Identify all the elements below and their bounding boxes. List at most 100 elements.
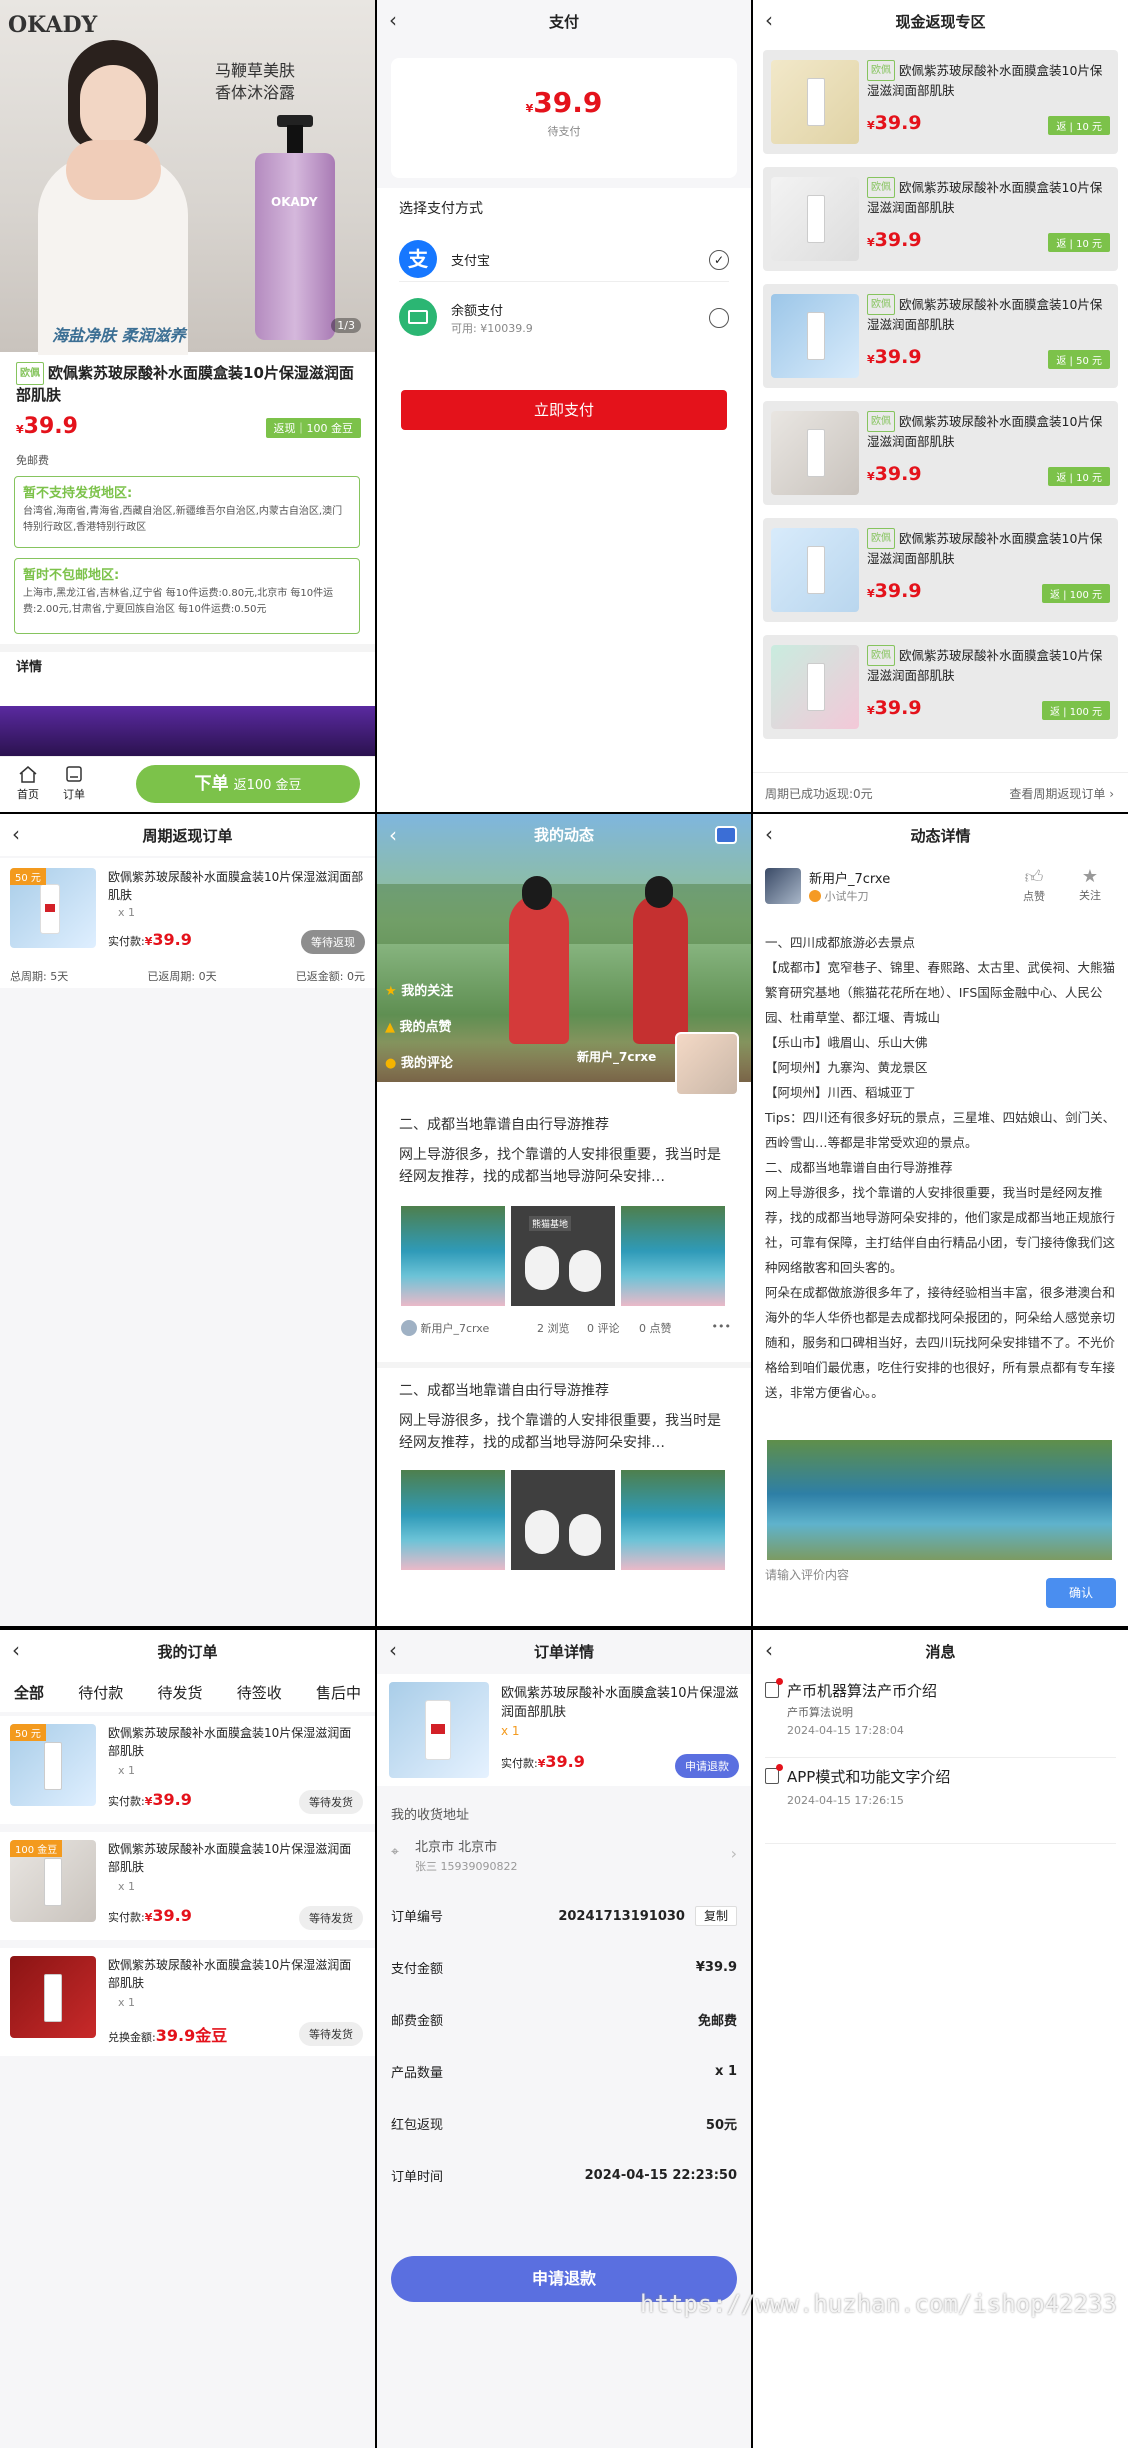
product-thumbnail	[771, 60, 859, 144]
post-paragraph: 【阿坝州】川西、稻城亚丁	[765, 1085, 916, 1100]
quantity: x 1	[118, 1880, 136, 1893]
page-title: 支付	[548, 12, 579, 31]
bottom-bar: 首页 订单 下单 返100 金豆	[0, 756, 375, 812]
post-card[interactable]: 二、成都当地靠谱自由行导游推荐 网上导游很多，找个靠谱的人安排很重要，我当时是经…	[377, 1104, 751, 1364]
avatar[interactable]	[675, 1032, 739, 1096]
back-icon[interactable]: ‹	[765, 10, 785, 31]
address-card[interactable]: ⌖ 北京市 北京市 张三 15939090822 ›	[391, 1834, 737, 1880]
menu-follow[interactable]: ★ 我的关注	[385, 974, 453, 1010]
order-card[interactable]: 100 金豆 欧佩紫苏玻尿酸补水面膜盒装10片保湿滋润面部肌肤 x 1 实付款:¥39…	[0, 1832, 375, 1940]
tab-unshipped[interactable]: 待发货	[157, 1682, 202, 1703]
more-icon[interactable]: •••	[712, 1320, 731, 1333]
balance-option[interactable]: 余额支付 可用: ¥10039.9	[399, 294, 729, 344]
tab-aftersale[interactable]: 售后中	[316, 1682, 361, 1703]
confirm-button[interactable]: 确认	[1046, 1578, 1116, 1608]
cashback-item[interactable]: 欧佩 欧佩紫苏玻尿酸补水面膜盒装10片保湿滋润面部肌肤 ¥39.9 返 | 10 元	[763, 401, 1118, 505]
order-product: 欧佩紫苏玻尿酸补水面膜盒装10片保湿滋润面部肌肤 x 1 实付款:¥39.9 申…	[377, 1674, 751, 1786]
product-name: 欧佩 欧佩紫苏玻尿酸补水面膜盒装10片保湿滋润面部肌肤	[867, 411, 1109, 451]
profile-name: 新用户_7crxe	[577, 1050, 657, 1064]
product-thumbnail	[771, 177, 859, 261]
paid-amount: 兑换金额:39.9金豆	[108, 2026, 228, 2045]
camera-icon[interactable]	[715, 826, 737, 844]
image-counter: 1/3	[331, 318, 361, 333]
back-icon[interactable]: ‹	[765, 1640, 785, 1661]
lake-photo[interactable]	[401, 1470, 505, 1570]
message-title: 产币机器算法产币介绍	[787, 1682, 938, 1700]
product-price: ¥39.9	[867, 580, 922, 602]
status-button[interactable]: 等待发货	[299, 1790, 363, 1814]
radio-icon[interactable]	[709, 308, 729, 328]
panda-photo[interactable]	[511, 1470, 615, 1570]
product-price: ¥39.9	[867, 697, 922, 719]
product-name: 欧佩 欧佩紫苏玻尿酸补水面膜盒装10片保湿滋润面部肌肤	[867, 60, 1109, 100]
tab-unpaid[interactable]: 待付款	[78, 1682, 123, 1703]
payment-screen: ‹ 支付 ¥39.9 待支付 选择支付方式 支 支付宝 ✓ 余额支付 可用: ¥…	[377, 0, 751, 812]
nav-bar: ‹ 消息	[753, 1630, 1128, 1672]
address-section: 我的收货地址 ⌖ 北京市 北京市 张三 15939090822 ›	[377, 1794, 751, 1888]
order-card[interactable]: 欧佩紫苏玻尿酸补水面膜盒装10片保湿滋润面部肌肤 x 1 兑换金额:39.9金豆 等待…	[0, 1948, 375, 2056]
check-icon[interactable]: ✓	[709, 250, 729, 270]
lake-photo-2[interactable]	[621, 1470, 725, 1570]
panda-photo[interactable]: 熊猫基地	[511, 1206, 615, 1306]
model-photo	[28, 40, 188, 355]
like-button[interactable]: 👍︎ 点赞	[1023, 866, 1045, 904]
tab-orders[interactable]: 订单	[58, 765, 90, 802]
product-thumbnail: 50 元	[10, 1724, 96, 1806]
copy-button[interactable]: 复制	[694, 1906, 737, 1926]
back-icon[interactable]: ‹	[389, 10, 409, 31]
tab-unsigned[interactable]: 待签收	[237, 1682, 282, 1703]
wallet-icon	[399, 298, 437, 336]
message-time: 2024-04-15 17:26:15	[787, 1794, 904, 1807]
method-panel: 选择支付方式 支 支付宝 ✓ 余额支付 可用: ¥10039.9 立即支付	[377, 188, 751, 812]
chevron-right-icon: ›	[730, 1844, 737, 1863]
status-button[interactable]: 等待发货	[299, 2022, 363, 2046]
page-title: 我的订单	[157, 1642, 218, 1661]
status-button[interactable]: 等待返现	[301, 930, 365, 954]
order-button[interactable]: 下单 返100 金豆	[136, 765, 360, 803]
back-icon[interactable]: ‹	[12, 1640, 32, 1661]
post-paragraph: 【成都市】宽窄巷子、锦里、春熙路、太古里、武侯祠、大熊猫繁育研究基地（熊猫花花所…	[765, 960, 1116, 1025]
product-banner[interactable]: OKADY 马鞭草美肤 香体沐浴露 OKADY 海盐净肤 柔润滋养 1/3	[0, 0, 375, 355]
back-icon[interactable]: ‹	[389, 1640, 409, 1661]
cashback-item[interactable]: 欧佩 欧佩紫苏玻尿酸补水面膜盒装10片保湿滋润面部肌肤 ¥39.9 返 | 100 元	[763, 518, 1118, 622]
message-item[interactable]: 产币机器算法产币介绍 产币算法说明 2024-04-15 17:28:04	[765, 1678, 1116, 1758]
paid-amount: 实付款:¥39.9	[501, 1752, 585, 1771]
document-icon	[765, 1678, 783, 1698]
unread-dot	[776, 1764, 783, 1771]
cashback-item[interactable]: 欧佩 欧佩紫苏玻尿酸补水面膜盒装10片保湿滋润面部肌肤 ¥39.9 返 | 10 元	[763, 50, 1118, 154]
view-periodic-link[interactable]: 查看周期返现订单 ›	[1009, 785, 1114, 802]
back-icon[interactable]: ‹	[12, 824, 32, 845]
cashback-item[interactable]: 欧佩 欧佩紫苏玻尿酸补水面膜盒装10片保湿滋润面部肌肤 ¥39.9 返 | 10 元	[763, 167, 1118, 271]
periodic-order-card[interactable]: 50 元 欧佩紫苏玻尿酸补水面膜盒装10片保湿滋润面部肌肤 x 1 实付款:¥3…	[0, 858, 375, 988]
post-paragraph: 【阿坝州】九寨沟、黄龙景区	[765, 1060, 928, 1075]
refund-small-button[interactable]: 申请退款	[675, 1754, 739, 1778]
cashback-item[interactable]: 欧佩 欧佩紫苏玻尿酸补水面膜盒装10片保湿滋润面部肌肤 ¥39.9 返 | 50 元	[763, 284, 1118, 388]
back-icon[interactable]: ‹	[389, 814, 397, 856]
post-photo[interactable]	[767, 1440, 1112, 1560]
follow-button[interactable]: ★ 关注	[1079, 866, 1101, 903]
author-avatar[interactable]	[765, 868, 801, 904]
brand-tag: 欧佩	[867, 60, 895, 81]
lake-photo[interactable]	[401, 1206, 505, 1306]
menu-likes[interactable]: ▲ 我的点赞	[385, 1010, 453, 1046]
thumb-icon: ▲	[385, 1020, 395, 1035]
star-icon: ★	[1081, 866, 1099, 887]
tab-all[interactable]: 全部	[14, 1682, 44, 1703]
comment-input[interactable]: 请输入评价内容	[765, 1566, 849, 1583]
alipay-icon: 支	[399, 240, 437, 278]
post-card[interactable]: 二、成都当地靠谱自由行导游推荐 网上导游很多，找个靠谱的人安排很重要，我当时是经…	[377, 1370, 751, 1626]
menu-comments[interactable]: ● 我的评论	[385, 1046, 453, 1082]
tab-home[interactable]: 首页	[12, 765, 44, 802]
order-card[interactable]: 50 元 欧佩紫苏玻尿酸补水面膜盒装10片保湿滋润面部肌肤 x 1 实付款:¥39.9…	[0, 1716, 375, 1824]
product-name: 欧佩 欧佩紫苏玻尿酸补水面膜盒装10片保湿滋润面部肌肤	[867, 528, 1109, 568]
status-button[interactable]: 等待发货	[299, 1906, 363, 1930]
pay-button[interactable]: 立即支付	[401, 390, 727, 430]
post-paragraph: 【乐山市】峨眉山、乐山大佛	[765, 1035, 928, 1050]
watermark: https://www.huzhan.com/ishop42233	[640, 2290, 1117, 2318]
cashback-item[interactable]: 欧佩 欧佩紫苏玻尿酸补水面膜盒装10片保湿滋润面部肌肤 ¥39.9 返 | 100 元	[763, 635, 1118, 739]
lake-photo-2[interactable]	[621, 1206, 725, 1306]
message-item[interactable]: APP模式和功能文字介绍 2024-04-15 17:26:15	[765, 1764, 1116, 1844]
alipay-option[interactable]: 支 支付宝 ✓	[399, 238, 729, 282]
back-icon[interactable]: ‹	[765, 824, 785, 845]
author-level: 小试牛刀	[809, 888, 869, 904]
